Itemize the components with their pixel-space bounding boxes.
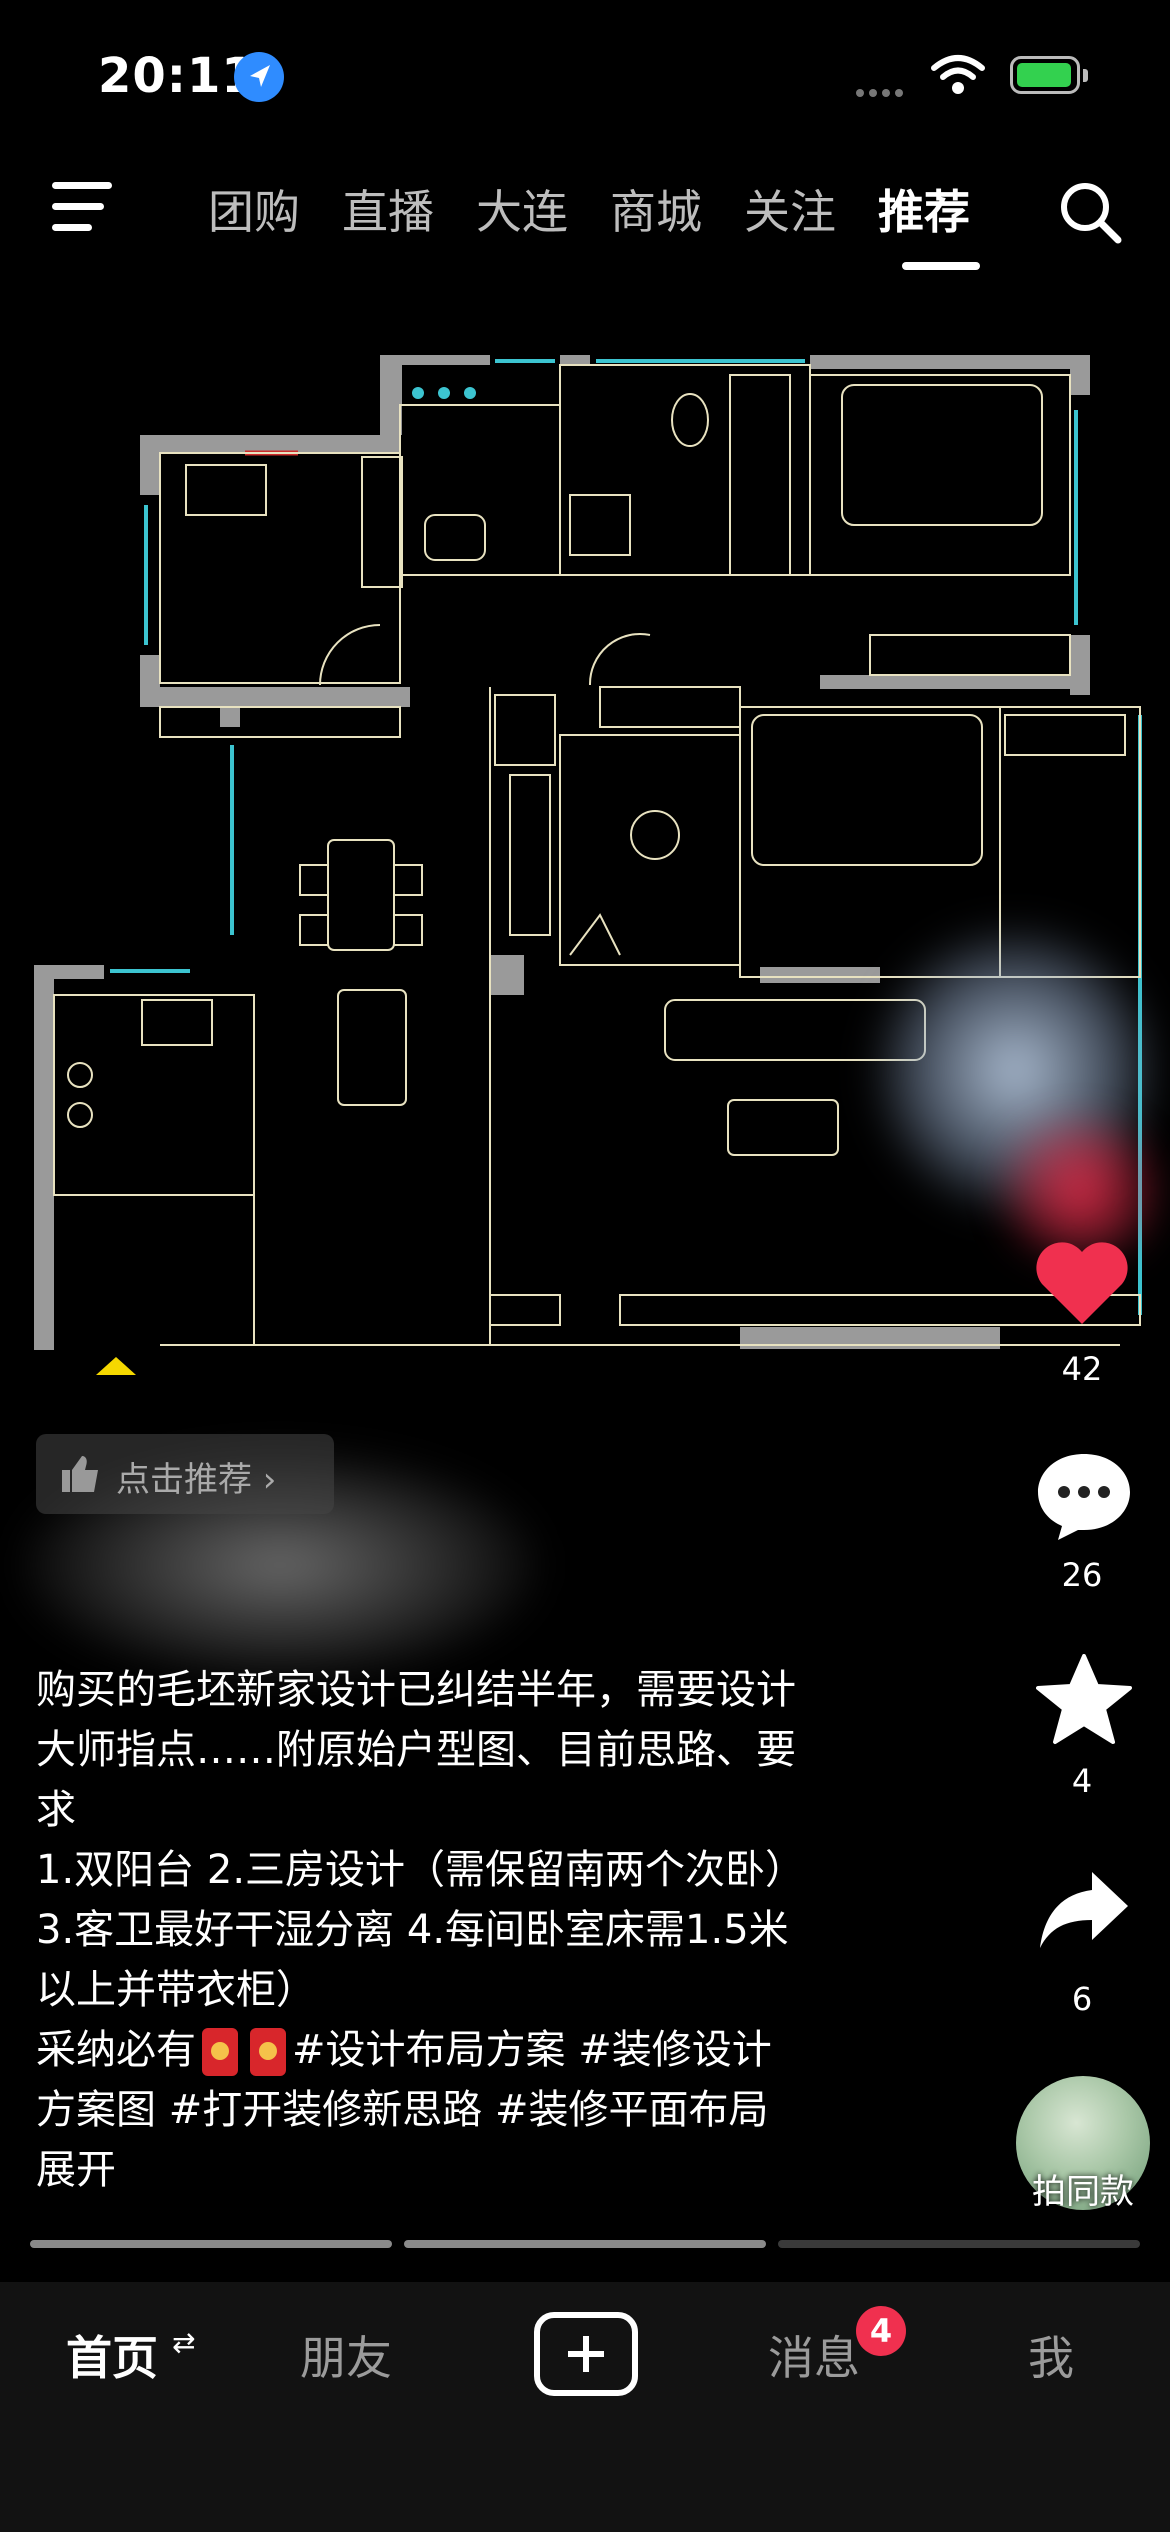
active-tab-indicator	[902, 262, 980, 270]
menu-icon[interactable]	[52, 182, 112, 245]
nav-home[interactable]: 首页	[66, 2322, 158, 2388]
progress-segment	[404, 2240, 766, 2248]
battery-icon	[1010, 56, 1088, 94]
tab-recommended[interactable]: 推荐	[878, 176, 970, 242]
wifi-icon	[930, 52, 986, 100]
video-caption[interactable]: 购买的毛坯新家设计已纠结半年，需要设计 大师指点……附原始户型图、目前思路、要 …	[36, 1660, 896, 2200]
nav-messages[interactable]: 消息	[768, 2322, 860, 2388]
nav-friends[interactable]: 朋友	[300, 2322, 392, 2388]
cellular-signal-icon	[856, 82, 908, 101]
caption-text: 购买的毛坯新家设计已纠结半年，需要设计 大师指点……附原始户型图、目前思路、要 …	[36, 1667, 806, 2073]
tab-group-buy[interactable]: 团购	[208, 176, 300, 242]
tab-following[interactable]: 关注	[744, 176, 836, 242]
messages-badge: 4	[856, 2306, 906, 2356]
nav-me[interactable]: 我	[1028, 2322, 1074, 2388]
like-heart-icon[interactable]	[1032, 1236, 1132, 1332]
like-count: 42	[1061, 1350, 1103, 1388]
recommend-chip[interactable]: 点击推荐 ›	[36, 1434, 334, 1514]
create-plus-button[interactable]	[534, 2312, 638, 2396]
top-tab-bar: 团购 直播 大连 商城 关注 推荐	[208, 176, 1012, 242]
comment-icon[interactable]	[1034, 1448, 1134, 1548]
favorite-count: 4	[1071, 1762, 1093, 1800]
progress-segment	[30, 2240, 392, 2248]
swap-arrows-icon[interactable]: ⇄	[172, 2326, 195, 2359]
location-arrow-icon	[234, 52, 284, 102]
comment-count: 26	[1061, 1556, 1103, 1594]
favorite-star-icon[interactable]	[1036, 1654, 1132, 1750]
thumbs-up-icon	[62, 1456, 98, 1492]
same-style-label[interactable]: 拍同款	[1016, 2164, 1150, 2213]
tab-mall[interactable]: 商城	[610, 176, 702, 242]
floor-plan-image[interactable]	[0, 335, 1170, 1389]
red-envelope-icon	[202, 2028, 238, 2076]
progress-segment	[778, 2240, 1140, 2248]
share-arrow-icon[interactable]	[1036, 1868, 1132, 1956]
tab-local-city[interactable]: 大连	[476, 176, 568, 242]
search-icon[interactable]	[1056, 178, 1126, 252]
red-envelope-icon	[250, 2028, 286, 2076]
status-time: 20:11	[98, 48, 256, 104]
recommend-chip-label: 点击推荐 ›	[116, 1460, 277, 1500]
share-count: 6	[1071, 1980, 1093, 2018]
tab-live[interactable]: 直播	[342, 176, 434, 242]
